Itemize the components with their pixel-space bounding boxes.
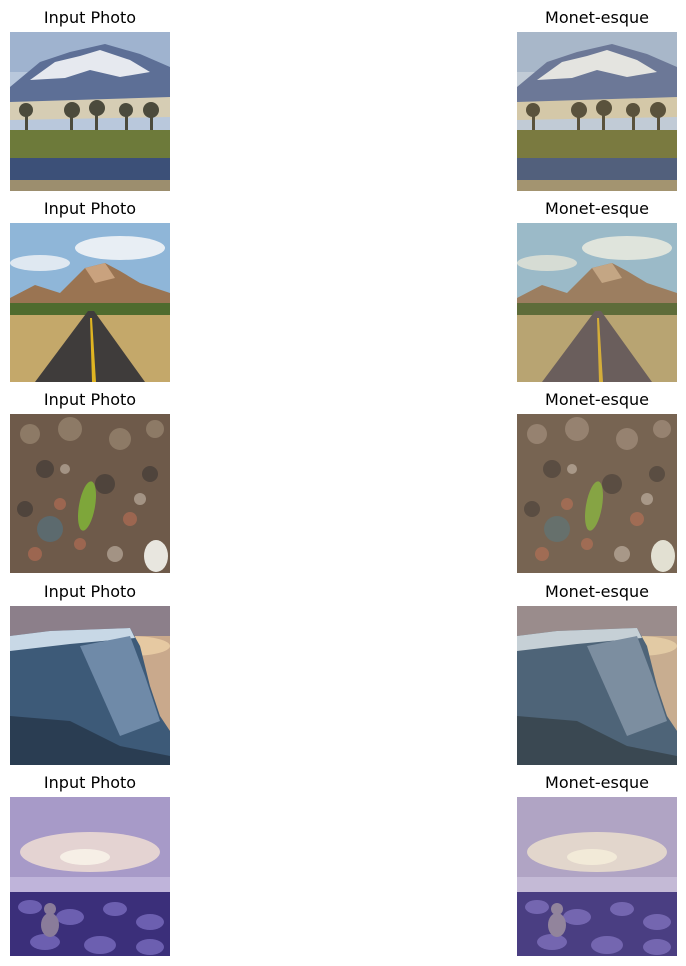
input-photo-2 bbox=[10, 223, 170, 382]
input-photo-4 bbox=[10, 606, 170, 765]
input-photo-title-1: Input Photo bbox=[43, 8, 137, 27]
rocky-beach-icon bbox=[517, 797, 677, 956]
monet-title-1: Monet-esque bbox=[545, 8, 649, 27]
pebbles-leaf-icon bbox=[10, 414, 170, 573]
pebbles-leaf-icon bbox=[517, 414, 677, 573]
monet-title-3: Monet-esque bbox=[545, 390, 649, 409]
input-photo-1 bbox=[10, 32, 170, 191]
desert-road-icon bbox=[517, 223, 677, 382]
cliff-sunset-icon bbox=[10, 606, 170, 765]
monet-title-5: Monet-esque bbox=[545, 773, 649, 792]
monet-output-1 bbox=[517, 32, 677, 191]
rocky-beach-icon bbox=[10, 797, 170, 956]
mountain-lake-icon bbox=[517, 32, 677, 191]
desert-road-icon bbox=[10, 223, 170, 382]
input-photo-title-2: Input Photo bbox=[43, 199, 137, 218]
monet-output-5 bbox=[517, 797, 677, 956]
cliff-sunset-icon bbox=[517, 606, 677, 765]
monet-title-4: Monet-esque bbox=[545, 582, 649, 601]
input-photo-title-5: Input Photo bbox=[43, 773, 137, 792]
monet-output-4 bbox=[517, 606, 677, 765]
input-photo-title-3: Input Photo bbox=[43, 390, 137, 409]
mountain-lake-icon bbox=[10, 32, 170, 191]
input-photo-title-4: Input Photo bbox=[43, 582, 137, 601]
monet-output-2 bbox=[517, 223, 677, 382]
input-photo-3 bbox=[10, 414, 170, 573]
monet-output-3 bbox=[517, 414, 677, 573]
input-photo-5 bbox=[10, 797, 170, 956]
monet-title-2: Monet-esque bbox=[545, 199, 649, 218]
